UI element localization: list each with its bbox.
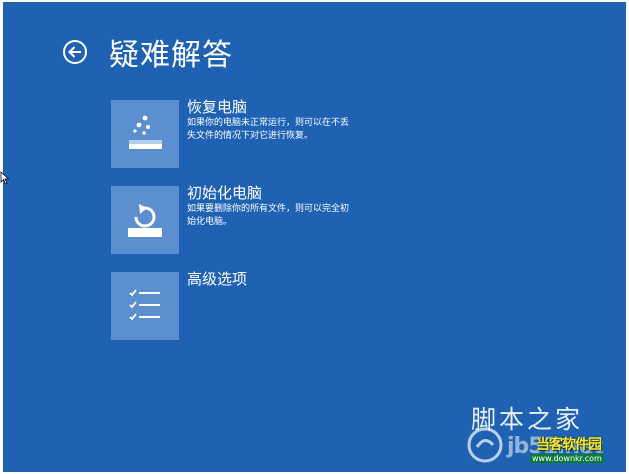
reset-pc-title: 初始化电脑 bbox=[187, 184, 263, 202]
advanced-options-title: 高级选项 bbox=[187, 270, 248, 288]
mouse-cursor-icon bbox=[0, 171, 10, 185]
advanced-options-tile bbox=[111, 272, 179, 340]
refresh-pc-title: 恢复电脑 bbox=[187, 98, 248, 116]
reset-pc-tile bbox=[111, 186, 179, 254]
url-watermark: www.downkr.com bbox=[530, 454, 604, 463]
refresh-pc-tile bbox=[111, 100, 179, 168]
refresh-pc-option[interactable]: 恢复电脑 如果你的电脑未正常运行，则可以在不丢失文件的情况下对它进行恢复。 bbox=[111, 98, 451, 170]
page-title: 疑难解答 bbox=[109, 38, 233, 73]
watermark-logo-icon bbox=[467, 427, 503, 463]
checklist-icon bbox=[129, 289, 160, 321]
refresh-pc-icon bbox=[129, 115, 162, 149]
reset-pc-icon bbox=[128, 204, 162, 237]
back-arrow-icon bbox=[63, 40, 87, 64]
refresh-pc-description: 如果你的电脑未正常运行，则可以在不丢失文件的情况下对它进行恢复。 bbox=[187, 118, 350, 141]
advanced-options-option[interactable]: 高级选项 bbox=[111, 270, 451, 342]
back-button[interactable] bbox=[62, 39, 88, 65]
troubleshoot-screen: 疑难解答 恢复电脑 如果你的电脑未正常运行，则可以在不丢失文件的情况下对它进行恢… bbox=[3, 2, 626, 472]
reset-pc-option[interactable]: 初始化电脑 如果要删除你的所有文件，则可以完全初始化电脑。 bbox=[111, 184, 451, 256]
reset-pc-description: 如果要删除你的所有文件，则可以完全初始化电脑。 bbox=[187, 204, 350, 227]
brand-watermark: 当客软件园 bbox=[536, 437, 602, 453]
